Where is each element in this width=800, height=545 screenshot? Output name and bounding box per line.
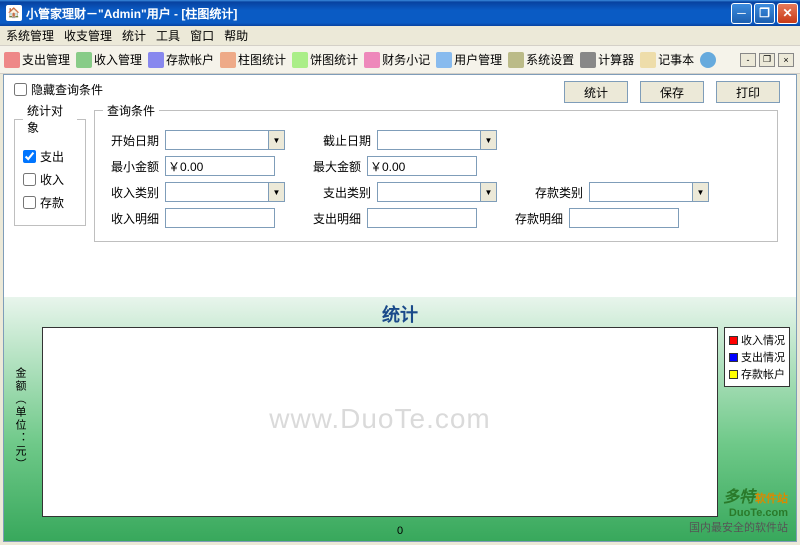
titlebar: 🏠 小管家理财－"Admin"用户 - [柱图统计] ─ ❐ ✕ (0, 0, 800, 26)
tb-finance-note[interactable]: 财务小记 (364, 51, 430, 68)
tb-expense-mgmt[interactable]: 支出管理 (4, 51, 70, 68)
deposit-detail-input[interactable] (569, 208, 679, 228)
app-icon: 🏠 (6, 5, 22, 21)
window-title: 小管家理财－"Admin"用户 - [柱图统计] (26, 5, 731, 22)
expense-detail-label: 支出明细 (305, 210, 361, 227)
deposit-detail-label: 存款明细 (507, 210, 563, 227)
expense-checkbox[interactable] (23, 150, 36, 163)
max-amount-input[interactable] (367, 156, 477, 176)
chevron-down-icon: ▼ (692, 183, 708, 201)
menu-help[interactable]: 帮助 (224, 27, 248, 44)
chart-area: 统计 金额（单位：元） www.DuoTe.com 收入情况 支出情况 存款帐户… (4, 297, 796, 541)
tb-sys-settings[interactable]: 系统设置 (508, 51, 574, 68)
legend-swatch-yellow (729, 370, 738, 379)
chart-plot: www.DuoTe.com (42, 327, 718, 517)
start-date-combo[interactable]: ▼ (165, 130, 285, 150)
legend-item: 收入情况 (729, 332, 785, 348)
save-button[interactable]: 保存 (640, 81, 704, 103)
hide-condition-checkbox[interactable] (14, 83, 27, 96)
tb-pie-stats[interactable]: 饼图统计 (292, 51, 358, 68)
stat-target-legend: 统计对象 (23, 102, 77, 136)
expense-cat-combo[interactable]: ▼ (377, 182, 497, 202)
tb-deposit-acct[interactable]: 存款帐户 (148, 51, 214, 68)
deposit-icon (148, 52, 164, 68)
watermark: www.DuoTe.com (269, 403, 491, 435)
calculator-icon (580, 52, 596, 68)
tb-notepad[interactable]: 记事本 (640, 51, 694, 68)
legend-swatch-blue (729, 353, 738, 362)
window-buttons: ─ ❐ ✕ (731, 3, 798, 24)
branding: 多特软件站 DuoTe.com 国内最安全的软件站 (689, 483, 788, 535)
menu-income-expense[interactable]: 收支管理 (64, 27, 112, 44)
tb-calculator[interactable]: 计算器 (580, 51, 634, 68)
x-axis-label: 0 (397, 525, 403, 537)
pie-chart-icon (292, 52, 308, 68)
app-window: 🏠 小管家理财－"Admin"用户 - [柱图统计] ─ ❐ ✕ 系统管理 收支… (0, 0, 800, 545)
end-date-combo[interactable]: ▼ (377, 130, 497, 150)
deposit-cat-label: 存款类别 (527, 184, 583, 201)
mdi-controls: - ❐ × (740, 53, 794, 67)
deposit-checkbox[interactable] (23, 196, 36, 209)
y-axis-label: 金额（单位：元） (12, 367, 28, 471)
minimize-button[interactable]: ─ (731, 3, 752, 24)
legend-item: 支出情况 (729, 349, 785, 365)
tb-user-mgmt[interactable]: 用户管理 (436, 51, 502, 68)
query-condition-group: 查询条件 开始日期 ▼ 截止日期 ▼ 最小金额 最大金额 收入类别 ▼ 支出类别 ▼ 存… (94, 102, 778, 242)
menu-window[interactable]: 窗口 (190, 27, 214, 44)
start-date-label: 开始日期 (103, 132, 159, 149)
chart-title: 统计 (4, 297, 796, 331)
chevron-down-icon: ▼ (268, 131, 284, 149)
expense-icon (4, 52, 20, 68)
notepad-icon (640, 52, 656, 68)
stat-target-group: 统计对象 支出 收入 存款 (14, 102, 86, 226)
tb-income-mgmt[interactable]: 收入管理 (76, 51, 142, 68)
menu-stats[interactable]: 统计 (122, 27, 146, 44)
min-amount-input[interactable] (165, 156, 275, 176)
stats-button[interactable]: 统计 (564, 81, 628, 103)
income-cat-combo[interactable]: ▼ (165, 182, 285, 202)
hide-condition-label: 隐藏查询条件 (31, 81, 103, 98)
menubar: 系统管理 收支管理 统计 工具 窗口 帮助 (0, 26, 800, 46)
mdi-restore[interactable]: ❐ (759, 53, 775, 67)
income-icon (76, 52, 92, 68)
expense-option[interactable]: 支出 (23, 148, 77, 165)
help-icon (700, 52, 716, 68)
close-button[interactable]: ✕ (777, 3, 798, 24)
income-detail-input[interactable] (165, 208, 275, 228)
deposit-option[interactable]: 存款 (23, 194, 77, 211)
tb-help[interactable] (700, 52, 718, 68)
legend-item: 存款帐户 (729, 366, 785, 382)
max-amount-label: 最大金额 (305, 158, 361, 175)
chevron-down-icon: ▼ (268, 183, 284, 201)
toolbar: 支出管理 收入管理 存款帐户 柱图统计 饼图统计 财务小记 用户管理 系统设置 … (0, 46, 800, 74)
legend-swatch-red (729, 336, 738, 345)
min-amount-label: 最小金额 (103, 158, 159, 175)
mdi-close[interactable]: × (778, 53, 794, 67)
deposit-cat-combo[interactable]: ▼ (589, 182, 709, 202)
query-form: 统计 保存 打印 隐藏查询条件 统计对象 支出 收入 存款 查询条件 开始日期 (4, 75, 796, 248)
users-icon (436, 52, 452, 68)
print-button[interactable]: 打印 (716, 81, 780, 103)
maximize-button[interactable]: ❐ (754, 3, 775, 24)
chevron-down-icon: ▼ (480, 131, 496, 149)
menu-tools[interactable]: 工具 (156, 27, 180, 44)
end-date-label: 截止日期 (315, 132, 371, 149)
query-legend: 查询条件 (103, 102, 159, 119)
mdi-minimize[interactable]: - (740, 53, 756, 67)
expense-cat-label: 支出类别 (315, 184, 371, 201)
bar-chart-icon (220, 52, 236, 68)
note-icon (364, 52, 380, 68)
chevron-down-icon: ▼ (480, 183, 496, 201)
settings-icon (508, 52, 524, 68)
tb-bar-stats[interactable]: 柱图统计 (220, 51, 286, 68)
content-area: 统计 保存 打印 隐藏查询条件 统计对象 支出 收入 存款 查询条件 开始日期 (3, 74, 797, 542)
income-option[interactable]: 收入 (23, 171, 77, 188)
income-detail-label: 收入明细 (103, 210, 159, 227)
income-checkbox[interactable] (23, 173, 36, 186)
chart-legend: 收入情况 支出情况 存款帐户 (724, 327, 790, 387)
income-cat-label: 收入类别 (103, 184, 159, 201)
menu-system[interactable]: 系统管理 (6, 27, 54, 44)
expense-detail-input[interactable] (367, 208, 477, 228)
action-buttons: 统计 保存 打印 (564, 81, 780, 103)
